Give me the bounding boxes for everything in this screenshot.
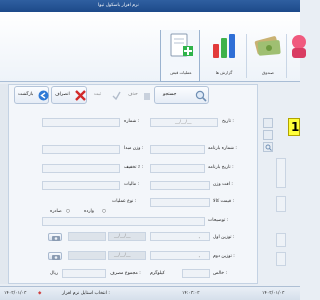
title-bar: نرم افزار باسکول تیوا bbox=[0, 0, 300, 12]
unit-label: کیلوگرم bbox=[150, 271, 165, 276]
confirm-label: ثبت bbox=[94, 92, 102, 97]
consumption-total-field[interactable] bbox=[62, 269, 106, 278]
back-arrow-icon bbox=[38, 90, 49, 101]
ribbon-item-receipt-ops[interactable]: عملیات قبض bbox=[160, 30, 200, 82]
in-radio[interactable]: ○ bbox=[102, 209, 106, 214]
window-title: نرم افزار باسکول تیوا bbox=[98, 3, 139, 8]
customers-icon bbox=[292, 35, 306, 58]
info-icon: ◆ bbox=[38, 291, 42, 296]
unit-price-field[interactable] bbox=[150, 198, 210, 207]
receipt-add-icon bbox=[170, 33, 193, 57]
net-label: خالص : bbox=[213, 271, 227, 276]
delete-label: حذف bbox=[128, 92, 138, 97]
description-label: توضیحات : bbox=[208, 218, 229, 223]
side-field-2[interactable] bbox=[276, 196, 286, 212]
load-number-label: شماره بارنامه : bbox=[208, 146, 237, 151]
side-field-3[interactable] bbox=[276, 233, 286, 247]
unit-price-label: قیمت کالا : bbox=[213, 199, 234, 204]
side-box-middle[interactable] bbox=[263, 130, 273, 140]
status-hint[interactable]: انتخاب استایل نرم افزار : bbox=[62, 291, 110, 296]
second-weigh-field[interactable] bbox=[150, 251, 210, 260]
currency-label: ریال bbox=[50, 271, 59, 276]
side-badge: 1 bbox=[288, 118, 300, 136]
consumption-total-label: مجموع مصرف : bbox=[110, 271, 141, 276]
ribbon-separator bbox=[246, 34, 247, 78]
form-toolbar: بازگشت انصراف ثبت حذف جستجو bbox=[14, 86, 259, 106]
side-badge-text: 1 bbox=[291, 120, 300, 134]
confirm-button[interactable]: ثبت bbox=[89, 86, 122, 104]
date-value: __/__/__ bbox=[175, 120, 192, 125]
operation-type-label: نوع عملیات : bbox=[112, 199, 137, 204]
second-weigh-camera-button[interactable] bbox=[48, 252, 62, 260]
out-radio-label: صادره bbox=[50, 209, 62, 214]
camera-icon bbox=[52, 255, 60, 260]
search-icon bbox=[265, 144, 272, 151]
search-label: جستجو bbox=[163, 92, 177, 97]
second-weigh-digit: ۰ bbox=[198, 255, 201, 260]
discount-field[interactable] bbox=[42, 164, 120, 173]
first-weigh-date: __/__/__ bbox=[114, 234, 131, 239]
tax-field[interactable] bbox=[42, 181, 120, 190]
money-icon bbox=[254, 36, 281, 56]
loss-weight-field[interactable] bbox=[150, 181, 210, 190]
status-time: ۱۴:۰۳:۰۳ bbox=[182, 291, 200, 296]
camera-icon bbox=[52, 236, 60, 241]
discount-label: تخفیف ٪ : bbox=[124, 165, 144, 170]
origin-weight-field[interactable] bbox=[42, 145, 120, 154]
tax-label: مالیات : bbox=[124, 182, 140, 187]
side-search-box[interactable] bbox=[263, 142, 273, 152]
status-bar: ۱۴۰۳/۰۱/۰۳ ◆ انتخاب استایل نرم افزار : ۱… bbox=[0, 286, 300, 300]
first-weigh-field[interactable] bbox=[150, 232, 210, 241]
second-weigh-time-field[interactable] bbox=[68, 251, 106, 260]
cancel-button[interactable]: انصراف bbox=[51, 86, 87, 104]
second-weigh-label: توزین دوم : bbox=[213, 254, 235, 259]
net-field[interactable] bbox=[182, 269, 210, 278]
loss-weight-label: افت وزن : bbox=[213, 182, 233, 187]
ribbon-item-cashbox[interactable]: صندوق bbox=[248, 30, 288, 82]
date-label: تاریخ : bbox=[222, 119, 234, 124]
search-button[interactable]: جستجو bbox=[154, 86, 209, 104]
load-date-field[interactable] bbox=[150, 164, 205, 173]
description-field[interactable] bbox=[42, 217, 205, 226]
first-weigh-camera-button[interactable] bbox=[48, 233, 62, 241]
ribbon-item-cashbox-label: صندوق bbox=[262, 70, 274, 75]
back-label: بازگشت bbox=[18, 92, 34, 97]
first-weigh-label: توزین اول : bbox=[213, 235, 235, 240]
in-radio-label: وارده bbox=[84, 209, 94, 214]
origin-weight-label: وزن مبدا : bbox=[124, 146, 144, 151]
side-field-4[interactable] bbox=[276, 252, 286, 266]
check-icon bbox=[112, 91, 121, 100]
ribbon: صندوق گزارش ها عملیات قبض bbox=[0, 12, 306, 82]
status-app-date: ۱۴۰۳/۰۱/۰۳ bbox=[262, 291, 285, 296]
left-strip bbox=[0, 84, 8, 284]
reports-chart-icon bbox=[213, 34, 235, 58]
out-radio[interactable]: ○ bbox=[66, 209, 70, 214]
ribbon-item-customers[interactable] bbox=[287, 30, 320, 82]
ribbon-item-reports[interactable]: گزارش ها bbox=[204, 30, 244, 82]
load-number-field[interactable] bbox=[150, 145, 205, 154]
number-label: شماره : bbox=[124, 119, 140, 124]
ribbon-item-receipt-ops-label: عملیات قبض bbox=[170, 70, 192, 75]
delete-icon bbox=[144, 93, 150, 100]
search-icon bbox=[195, 90, 207, 102]
load-date-label: تاریخ بارنامه : bbox=[208, 165, 234, 170]
side-box-top[interactable] bbox=[263, 118, 273, 128]
first-weigh-digit: ۰ bbox=[198, 236, 201, 241]
side-field-1[interactable] bbox=[276, 158, 286, 188]
back-button[interactable]: بازگشت bbox=[14, 86, 49, 104]
cancel-x-icon bbox=[75, 90, 86, 101]
ribbon-item-reports-label: گزارش ها bbox=[215, 70, 233, 75]
number-field[interactable] bbox=[42, 118, 120, 127]
first-weigh-time-field[interactable] bbox=[68, 232, 106, 241]
delete-button[interactable]: حذف bbox=[124, 86, 152, 104]
cancel-label: انصراف bbox=[55, 92, 70, 97]
second-weigh-date: __/__/__ bbox=[114, 253, 131, 258]
status-date: ۱۴۰۳/۰۱/۰۳ bbox=[4, 291, 27, 296]
